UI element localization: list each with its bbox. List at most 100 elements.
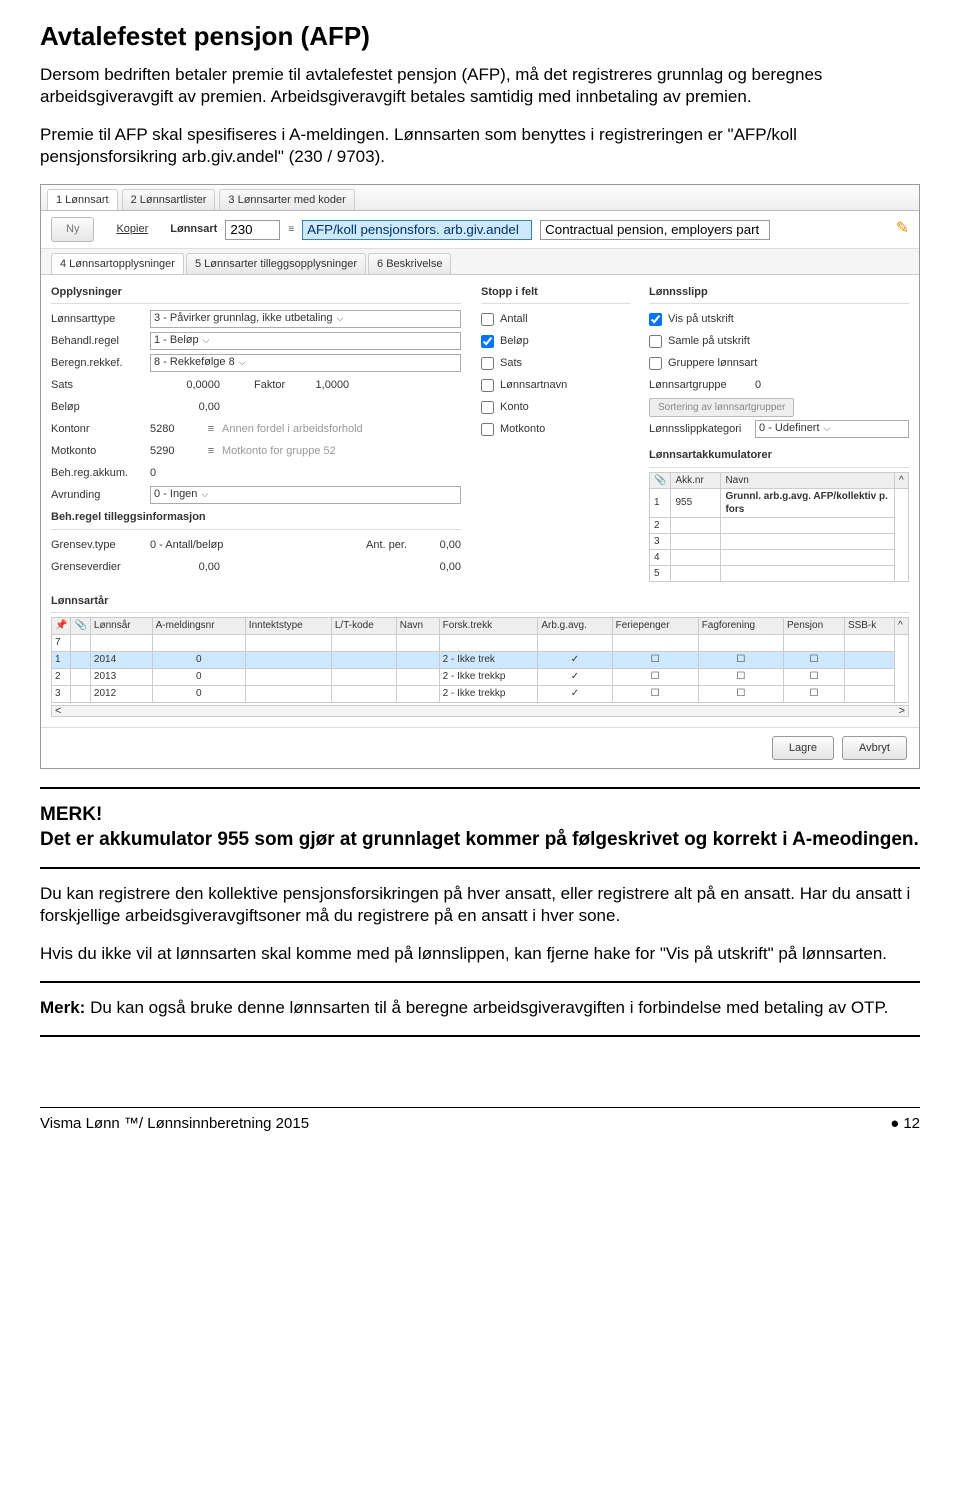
toolbar: Ny Kopier Lønnsart ≡ ✎ — [41, 211, 919, 248]
h-scrollbar[interactable]: <> — [51, 705, 909, 717]
lonnsart-code-input[interactable] — [225, 220, 280, 240]
ny-button[interactable]: Ny — [51, 217, 94, 241]
akkum-scrollbar[interactable] — [895, 488, 909, 581]
yr-row-selected: 1201402 - Ikke trek✓☐☐☐ — [52, 651, 909, 668]
yr-col-forsktrekk: Forsk.trekk — [439, 617, 538, 634]
subtab-tillegg[interactable]: 5 Lønnsarter tilleggsopplysninger — [186, 253, 366, 274]
antall-checkbox[interactable] — [481, 313, 494, 326]
sats-label: Sats — [51, 378, 146, 392]
kopier-button[interactable]: Kopier — [102, 218, 162, 240]
yr-col-ameld: A-meldingsnr — [152, 617, 245, 634]
akkum-scroll-up[interactable]: ^ — [895, 472, 909, 488]
subtab-opplysninger[interactable]: 4 Lønnsartopplysninger — [51, 253, 184, 274]
lonnsart-name-input[interactable] — [302, 220, 532, 240]
tab-lonnsartlister[interactable]: 2 Lønnsartlister — [122, 189, 216, 210]
akkum-col-blank: 📎 — [650, 472, 671, 488]
motkonto-label: Motkonto — [51, 444, 146, 458]
section-stopp: Stopp i felt — [481, 281, 631, 304]
behandlregel-label: Behandl.regel — [51, 334, 146, 348]
lonnsarttype-value[interactable]: 3 - Påvirker grunnlag, ikke utbetaling — [150, 310, 461, 328]
antall-label: Antall — [500, 312, 528, 326]
kategori-lbl: Lønnsslippkategori — [649, 422, 749, 436]
akkum-row: 3 — [650, 533, 909, 549]
cb[interactable]: ✓ — [538, 651, 612, 668]
lonnsartnavn-checkbox[interactable] — [481, 379, 494, 392]
subtab-beskrivelse[interactable]: 6 Beskrivelse — [368, 253, 451, 274]
merk-heading: MERK! — [40, 803, 920, 828]
antper-value: 0,00 — [411, 538, 461, 552]
konto-chk-label: Konto — [500, 400, 529, 414]
divider — [40, 981, 920, 983]
kontonr-value[interactable]: 5280 — [150, 422, 200, 436]
gruppere-checkbox[interactable] — [649, 357, 662, 370]
akkum-row: 4 — [650, 549, 909, 565]
merk-text: Det er akkumulator 955 som gjør at grunn… — [40, 828, 920, 853]
akkum-col-akknr: Akk.nr — [671, 472, 721, 488]
merk2-prefix: Merk: — [40, 998, 85, 1017]
konto-checkbox[interactable] — [481, 401, 494, 414]
intro-paragraph-2: Premie til AFP skal spesifiseres i A-mel… — [40, 124, 920, 168]
section-akkum: Lønnsartakkumulatorer — [649, 444, 909, 467]
edit-icon[interactable]: ✎ — [896, 219, 909, 240]
divider — [40, 867, 920, 869]
grenseverdier-v1: 0,00 — [150, 560, 220, 574]
vis-label: Vis på utskrift — [668, 312, 734, 326]
subtabs: 4 Lønnsartopplysninger 5 Lønnsarter till… — [41, 249, 919, 275]
page-footer: Visma Lønn ™/ Lønnsinnberetning 2015 ●12 — [40, 1107, 920, 1140]
antper-label: Ant. per. — [366, 538, 407, 552]
motkonto-checkbox[interactable] — [481, 423, 494, 436]
footer-left: Visma Lønn ™/ Lønnsinnberetning 2015 — [40, 1114, 309, 1134]
belop-checkbox[interactable] — [481, 335, 494, 348]
behregakkum-label: Beh.reg.akkum. — [51, 466, 146, 480]
akkum-table[interactable]: 📎Akk.nrNavn^ 1955Grunnl. arb.g.avg. AFP/… — [649, 472, 909, 582]
sats-checkbox[interactable] — [481, 357, 494, 370]
faktor-label: Faktor — [254, 378, 285, 392]
lonnsarttype-label: Lønnsarttype — [51, 312, 146, 326]
gruppe-val: 0 — [755, 378, 761, 392]
yr-col-ssb: SSB-k — [844, 617, 894, 634]
akkum-row: 5 — [650, 565, 909, 581]
section-lonnsslipp: Lønnsslipp — [649, 281, 909, 304]
kontonr-note: Annen fordel i arbeidsforhold — [222, 422, 363, 436]
motkonto-lookup-icon[interactable]: ≡ — [204, 444, 218, 458]
year-table[interactable]: 📌 📎 Lønnsår A-meldingsnr Inntektstype L/… — [51, 617, 909, 703]
samle-label: Samle på utskrift — [668, 334, 750, 348]
yr-col-navn: Navn — [396, 617, 439, 634]
vis-checkbox[interactable] — [649, 313, 662, 326]
section-opplysninger: Opplysninger — [51, 281, 461, 304]
para-registrere: Du kan registrere den kollektive pensjon… — [40, 883, 920, 927]
grensevtype-label: Grensev.type — [51, 538, 146, 552]
para-vis-utskrift: Hvis du ikke vil at lønnsarten skal komm… — [40, 943, 920, 965]
lonnsart-desc-input[interactable] — [540, 220, 770, 240]
yr-row: 3201202 - Ikke trekkp✓☐☐☐ — [52, 685, 909, 702]
avbryt-button[interactable]: Avbryt — [842, 736, 907, 760]
samle-checkbox[interactable] — [649, 335, 662, 348]
yr-scrollbar[interactable] — [895, 634, 909, 702]
yr-row: 7 — [52, 634, 909, 651]
kategori-val[interactable]: 0 - Udefinert — [755, 420, 909, 438]
beregnrekkef-value[interactable]: 8 - Rekkefølge 8 — [150, 354, 461, 372]
lagre-button[interactable]: Lagre — [772, 736, 834, 760]
main-tabs: 1 Lønnsart 2 Lønnsartlister 3 Lønnsarter… — [41, 185, 919, 211]
tab-lonnsarter-koder[interactable]: 3 Lønnsarter med koder — [219, 189, 354, 210]
yr-scroll-up[interactable]: ^ — [895, 617, 909, 634]
lonnsart-label: Lønnsart — [170, 222, 217, 236]
sortering-button[interactable]: Sortering av lønnsartgrupper — [649, 398, 794, 417]
beregnrekkef-label: Beregn.rekkef. — [51, 356, 146, 370]
yr-col-pensjon: Pensjon — [784, 617, 845, 634]
kontonr-lookup-icon[interactable]: ≡ — [204, 422, 218, 436]
footer-right: ●12 — [890, 1114, 920, 1134]
motkonto-value[interactable]: 5290 — [150, 444, 200, 458]
grenseverdier-label: Grenseverdier — [51, 560, 146, 574]
tab-lonnsart[interactable]: 1 Lønnsart — [47, 189, 118, 210]
behandlregel-value[interactable]: 1 - Beløp — [150, 332, 461, 350]
belop-chk-label: Beløp — [500, 334, 529, 348]
sats-chk-label: Sats — [500, 356, 522, 370]
lookup-icon[interactable]: ≡ — [288, 223, 294, 236]
divider — [40, 787, 920, 789]
avrunding-label: Avrunding — [51, 488, 146, 502]
divider — [40, 1035, 920, 1037]
yr-row: 2201302 - Ikke trekkp✓☐☐☐ — [52, 668, 909, 685]
page-heading: Avtalefestet pensjon (AFP) — [40, 20, 920, 54]
avrunding-value[interactable]: 0 - Ingen — [150, 486, 461, 504]
